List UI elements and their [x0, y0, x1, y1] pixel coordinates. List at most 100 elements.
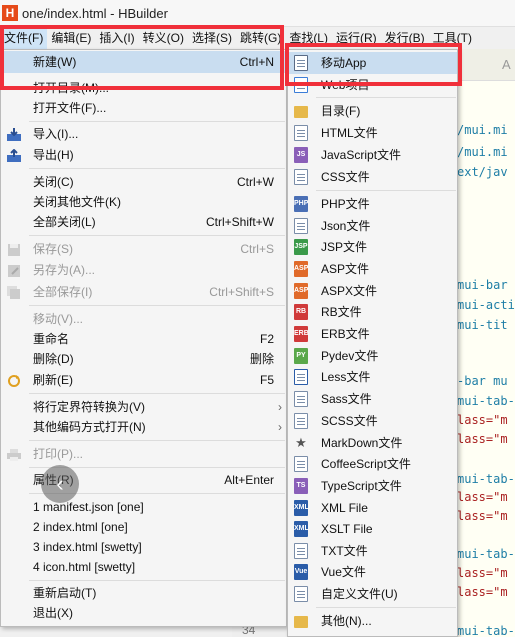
asp-file-icon: ASP [294, 261, 308, 277]
save-all-icon [6, 285, 22, 299]
shortcut-label: 删除 [249, 352, 274, 366]
menu-item-save-all[interactable]: 全部保存(I) Ctrl+Shift+S [2, 281, 286, 303]
submenu-item-label: CoffeeScript文件 [321, 457, 411, 471]
code-line: mui-tit [457, 318, 508, 332]
menu-item-close-others[interactable]: 关闭其他文件(K) [2, 191, 286, 213]
jsp-file-icon: JSP [294, 239, 308, 255]
menu-item-rename[interactable]: 重命名 F2 [2, 328, 286, 350]
title-bar: H one/index.html - HBuilder [0, 0, 515, 27]
menu-item-label: 刷新(E) [33, 373, 73, 387]
new-submenu: 移动App Web项目 目录(F) HTML文件 JS JavaScript文件 CSS文件… [287, 49, 458, 637]
file-menu-dropdown: 新建(W) Ctrl+N 打开目录(M)... 打开文件(F)... 导入(I)… [0, 49, 287, 627]
submenu-item-label: 目录(F) [321, 104, 361, 118]
recent-file-label: 3 index.html [swetty] [33, 540, 142, 554]
menu-item-close-all[interactable]: 全部关闭(L) Ctrl+Shift+W [2, 211, 286, 233]
editor-tabstrip: A [457, 49, 515, 81]
json-file-icon [294, 218, 308, 234]
menu-separator [29, 580, 285, 581]
recent-file-label: 2 index.html [one] [33, 520, 128, 534]
submenu-item-label: TypeScript文件 [321, 479, 402, 493]
submenu-item-html-file[interactable]: HTML文件 [289, 122, 457, 144]
recent-file-label: 4 icon.html [swetty] [33, 560, 136, 574]
submenu-item-label: Vue文件 [321, 565, 366, 579]
submenu-item-scss-file[interactable]: SCSS文件 [289, 410, 457, 432]
menu-item-delete[interactable]: 删除(D) 删除 [2, 348, 286, 370]
back-arrow-icon[interactable]: ‹ [41, 465, 79, 503]
menu-item-save[interactable]: 保存(S) Ctrl+S [2, 238, 286, 260]
recent-file-1[interactable]: 1 manifest.json [one] [2, 496, 286, 518]
menu-item-open-file[interactable]: 打开文件(F)... [2, 97, 286, 119]
export-icon [6, 148, 22, 162]
submenu-item-json-file[interactable]: Json文件 [289, 215, 457, 237]
menu-item-move[interactable]: 移动(V)... [2, 308, 286, 330]
menu-item-label: 关闭(C) [33, 175, 74, 189]
css-file-icon [294, 169, 308, 185]
save-as-icon [6, 263, 22, 277]
submenu-item-folder[interactable]: 目录(F) [289, 100, 457, 122]
submenu-item-txt-file[interactable]: TXT文件 [289, 540, 457, 562]
submenu-item-label: ERB文件 [321, 327, 370, 341]
menu-item-label: 删除(D) [33, 352, 74, 366]
recent-file-3[interactable]: 3 index.html [swetty] [2, 536, 286, 558]
menu-separator [316, 607, 456, 608]
menu-item-label: 重命名 [33, 332, 70, 346]
submenu-item-ts-file[interactable]: TS TypeScript文件 [289, 475, 457, 497]
submenu-item-label: Json文件 [321, 219, 371, 233]
submenu-item-other[interactable]: 其他(N)... [289, 610, 457, 632]
shortcut-label: F2 [259, 332, 274, 346]
submenu-item-less-file[interactable]: Less文件 [289, 366, 457, 388]
menu-item-label: 全部保存(I) [33, 285, 93, 299]
submenu-item-erb-file[interactable]: ERB ERB文件 [289, 323, 457, 345]
menu-item-reopen-with-encoding[interactable]: 其他编码方式打开(N) › [2, 416, 286, 438]
submenu-item-label: RB文件 [321, 305, 362, 319]
submenu-item-rb-file[interactable]: RB RB文件 [289, 301, 457, 323]
printer-icon [6, 447, 22, 461]
menu-separator [29, 440, 285, 441]
submenu-item-xslt-file[interactable]: XML XSLT File [289, 518, 457, 540]
menu-item-convert-line-endings[interactable]: 将行定界符转换为(V) › [2, 396, 286, 418]
highlight-frame [0, 25, 284, 90]
submenu-item-label: CSS文件 [321, 170, 370, 184]
menu-item-refresh[interactable]: 刷新(E) F5 [2, 369, 286, 391]
submenu-item-markdown-star[interactable]: ★ MarkDown文件 [289, 432, 457, 454]
menu-item-import[interactable]: 导入(I)... [2, 123, 286, 145]
submenu-item-php-file[interactable]: PHP PHP文件 [289, 193, 457, 215]
menu-item-save-as[interactable]: 另存为(A)... [2, 259, 286, 281]
shortcut-label: F5 [259, 373, 274, 387]
menu-item-print[interactable]: 打印(P)... [2, 443, 286, 465]
vue-file-icon: Vue [294, 564, 308, 580]
menu-item-restart[interactable]: 重新启动(T) [2, 582, 286, 604]
code-editor[interactable]: A /mui.mi /mui.mi ext/jav mui-bar mui-ac… [457, 49, 515, 637]
menu-item-label: 导入(I)... [33, 127, 79, 141]
markdown-star-icon: ★ [295, 435, 307, 450]
menu-item-label: 将行定界符转换为(V) [33, 400, 145, 414]
submenu-item-vue-file[interactable]: Vue Vue文件 [289, 561, 457, 583]
submenu-item-xml-file[interactable]: XML XML File [289, 497, 457, 519]
menu-item-export[interactable]: 导出(H) [2, 144, 286, 166]
submenu-item-sass-file[interactable]: Sass文件 [289, 388, 457, 410]
code-line: /mui.mi [457, 145, 508, 159]
menu-item-label: 重新启动(T) [33, 586, 97, 600]
shortcut-label: Ctrl+W [237, 175, 274, 189]
menu-item-close[interactable]: 关闭(C) Ctrl+W [2, 171, 286, 193]
folder-icon [294, 106, 308, 118]
submenu-item-coffee-file[interactable]: CoffeeScript文件 [289, 453, 457, 475]
hbuilder-logo-icon: H [2, 5, 18, 21]
recent-file-2[interactable]: 2 index.html [one] [2, 516, 286, 538]
submenu-item-js-file[interactable]: JS JavaScript文件 [289, 144, 457, 166]
submenu-item-python-file[interactable]: PY Pydev文件 [289, 345, 457, 367]
rb-file-icon: RB [294, 304, 308, 320]
import-icon [6, 127, 22, 141]
code-line: -bar mu [457, 374, 508, 388]
submenu-item-jsp-file[interactable]: JSP JSP文件 [289, 236, 457, 258]
menu-item-exit[interactable]: 退出(X) [2, 602, 286, 624]
code-line: lass="m [457, 490, 508, 504]
submenu-item-label: Pydev文件 [321, 349, 379, 363]
submenu-item-custom-file[interactable]: 自定义文件(U) [289, 583, 457, 605]
submenu-item-css-file[interactable]: CSS文件 [289, 166, 457, 188]
recent-file-4[interactable]: 4 icon.html [swetty] [2, 556, 286, 578]
submenu-item-asp-file[interactable]: ASP ASP文件 [289, 258, 457, 280]
submenu-item-label: XSLT File [321, 522, 373, 536]
submenu-item-aspx-file[interactable]: ASP ASPX文件 [289, 280, 457, 302]
submenu-item-label: JSP文件 [321, 240, 368, 254]
